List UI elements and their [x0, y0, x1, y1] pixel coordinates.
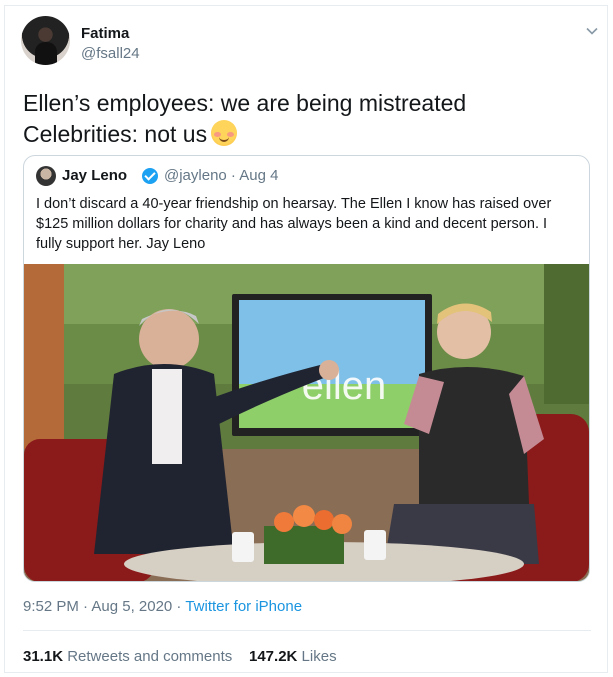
tweet-text: Ellen’s employees: we are being mistreat… — [23, 88, 583, 150]
retweets-count: 31.1K — [23, 648, 64, 665]
chevron-down-icon[interactable] — [585, 24, 599, 38]
quoted-text-line: $125 million dollars for charity and has… — [36, 216, 548, 232]
quoted-media-photo[interactable]: ellen — [24, 264, 589, 582]
retweets-stat[interactable]: 31.1K Retweets and comments — [23, 648, 232, 665]
quoted-text-line: I don’t discard a 40-year friendship on … — [36, 196, 552, 212]
quoted-tweet[interactable]: Jay Leno @jayleno · Aug 4 I don’t discar… — [23, 155, 590, 582]
quoted-text-line: fully support her. Jay Leno — [36, 236, 206, 252]
quoted-author-meta: @jayleno · Aug 4 — [164, 167, 279, 184]
timestamp[interactable]: 9:52 PM · Aug 5, 2020 · — [23, 598, 185, 615]
blush-emoji-icon — [211, 120, 238, 146]
quoted-author-name: Jay Leno — [62, 167, 128, 184]
tweet-footer: 9:52 PM · Aug 5, 2020 · Twitter for iPho… — [23, 598, 302, 615]
tweet-header: Fatima @fsall24 — [21, 16, 601, 72]
quoted-text: I don’t discard a 40-year friendship on … — [36, 194, 576, 254]
quoted-avatar — [36, 166, 56, 186]
author-handle[interactable]: @fsall24 — [81, 45, 140, 62]
likes-count: 147.2K — [249, 648, 298, 665]
likes-label: Likes — [301, 648, 337, 665]
tweet-line: Ellen’s employees: we are being mistreat… — [23, 90, 467, 116]
tweet-line-with-emoji: Celebrities: not us — [23, 119, 583, 150]
avatar[interactable] — [21, 16, 70, 65]
tweet-card: Fatima @fsall24 Ellen’s employees: we ar… — [4, 5, 608, 673]
divider — [23, 630, 591, 631]
source-link[interactable]: Twitter for iPhone — [185, 598, 302, 615]
author-name[interactable]: Fatima — [81, 25, 129, 42]
tweet-line: Celebrities: not us — [23, 121, 208, 147]
retweets-label: Retweets and comments — [67, 648, 233, 665]
likes-stat[interactable]: 147.2K Likes — [249, 648, 337, 665]
verified-badge-icon — [142, 168, 158, 184]
